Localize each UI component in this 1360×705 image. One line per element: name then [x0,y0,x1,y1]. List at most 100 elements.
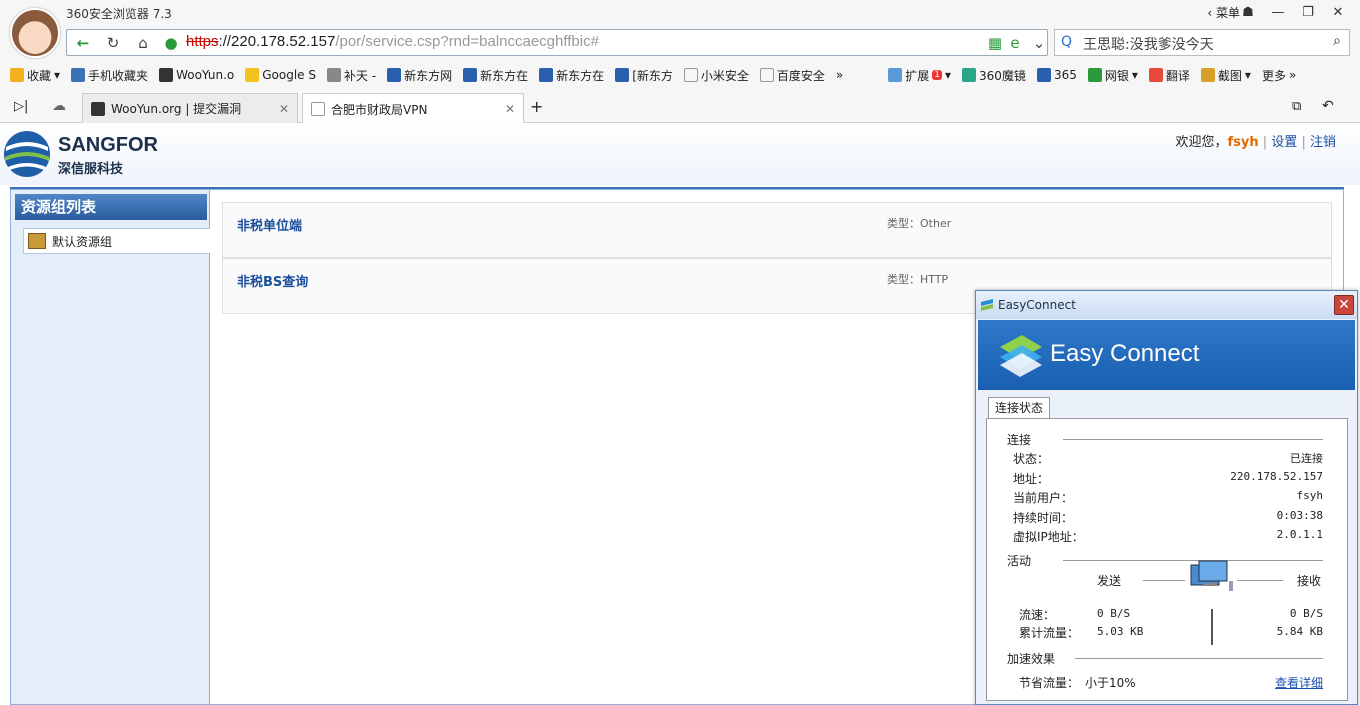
receive-line [1237,580,1283,581]
bookmark-mi[interactable]: 小米安全 [683,67,749,84]
tool-mirror[interactable]: 360魔镜 [962,67,1026,84]
bookmark-google[interactable]: Google S [245,68,316,82]
row-value: 已连接 [1290,452,1323,465]
resource-name[interactable]: 非税单位端 [237,215,302,234]
back-icon[interactable]: ← [72,33,94,53]
maximize-button[interactable]: ❐ [1294,2,1322,22]
new-tab-icon[interactable]: + [530,97,543,116]
sidebar-toggle-icon[interactable]: ▷| [14,99,28,114]
bookmark-xdf2[interactable]: 新东方在 [463,67,528,84]
bookmark-label: 新东方网 [404,68,453,83]
bookmark-label: 新东方在 [556,68,605,83]
url-host: ://220.178.52.157 [218,33,336,50]
resource-group-sidebar: 资源组列表 默认资源组 [10,189,211,705]
folder-icon [28,233,46,249]
bookmark-xdf3[interactable]: 新东方在 [539,67,604,84]
tool-extensions[interactable]: 扩展 1 ▾ [888,67,951,84]
bookmark-label: 新东方在 [480,68,529,83]
view-details-link[interactable]: 查看详细 [1275,674,1323,691]
phone-icon [71,68,86,82]
bookmark-label: [新东方 [632,68,673,83]
bookmark-mobile[interactable]: 手机收藏夹 [71,67,148,84]
send-label: 发送 [1097,574,1122,588]
user-avatar[interactable] [10,8,60,58]
close-icon[interactable]: ✕ [1334,295,1354,315]
bookmark-label: 补天 - [343,68,377,83]
logout-link[interactable]: 注销 [1310,135,1336,150]
connection-status-pane: 连接 状态： 已连接 地址： 220.178.52.157 当前用户： fsyh 持续… [986,418,1348,701]
dropdown-icon[interactable]: ⌄ [1028,33,1050,53]
resource-name[interactable]: 非税BS查询 [237,271,308,290]
bookmark-baidu[interactable]: 百度安全 [759,67,825,84]
window-controls: ☗ — ❐ ✕ [1234,2,1352,22]
tool-bank[interactable]: 网银 ▾ [1087,67,1138,84]
section-connection: 连接 [1007,433,1032,447]
bookmark-label: 小米安全 [700,68,749,83]
restore-tabs-icon[interactable]: ⧉ [1292,99,1301,114]
search-engine-icon[interactable]: Q [1061,34,1072,50]
resource-item[interactable]: 非税单位端 类型：Other [222,202,1332,258]
easyconnect-window: EasyConnect ✕ Easy Connect 连接状态 连接 状态： 已连… [975,290,1358,705]
search-icon[interactable]: ⌕ [1333,33,1341,49]
total-label: 累计流量： [1019,626,1080,640]
tab-vpn[interactable]: 合肥市财政局VPN ✕ [302,93,524,124]
tool-365[interactable]: 365 [1036,68,1077,82]
address-row: 地址： 220.178.52.157 [1013,470,1323,486]
portal-header: SANGFOR 深信服科技 欢迎您，fsyh | 设置 | 注销 [0,123,1360,185]
settings-link[interactable]: 设置 [1271,135,1297,150]
tool-label: 翻译 [1165,68,1190,83]
mirror-icon [962,68,977,82]
wooyun-icon [159,68,174,82]
close-tab-icon[interactable]: ✕ [279,102,289,116]
brand-name: SANGFOR [58,134,158,156]
page-icon [311,102,325,116]
bookmark-wooyun[interactable]: WooYun.o [159,68,234,82]
search-box[interactable]: Q 王思聪:没我爹没今天 ⌕ [1054,29,1350,56]
skin-icon[interactable]: ☗ [1234,2,1262,22]
refresh-icon[interactable]: ↻ [102,33,124,53]
rate-receive: 0 B/S [1289,607,1323,620]
undo-close-icon[interactable]: ↶ [1322,98,1334,114]
url-text[interactable]: https://220.178.52.157/por/service.csp?r… [186,33,599,50]
total-send: 5.03 KB [1097,625,1144,638]
tool-more[interactable]: 更多 » [1262,67,1296,84]
search-input[interactable]: 王思聪:没我爹没今天 [1083,34,1214,54]
total-receive: 5.84 KB [1276,625,1323,638]
bookmark-butian[interactable]: 补天 - [326,67,377,84]
easyconnect-brand: Easy Connect [1050,340,1200,367]
divider [1063,439,1323,440]
tool-screenshot[interactable]: 截图 ▾ [1200,67,1251,84]
bookmark-xdf1[interactable]: 新东方网 [387,67,452,84]
bookmarks-bar: 收藏 ▾ 手机收藏夹 WooYun.o Google S 补天 - 新东方网 新… [0,62,1360,88]
cloud-icon[interactable]: ☁ [52,98,66,114]
tab-connection-status[interactable]: 连接状态 [988,397,1050,419]
user-row: 当前用户： fsyh [1013,489,1323,505]
more-bookmarks-icon[interactable]: » [836,68,843,82]
ie-mode-icon[interactable]: e [1004,33,1026,53]
tool-label: 365 [1053,68,1077,82]
tab-wooyun[interactable]: WooYun.org | 提交漏洞 ✕ [82,93,298,123]
minimize-button[interactable]: — [1264,2,1292,22]
section-activity: 活动 [1007,554,1032,568]
row-label: 虚拟IP地址： [1013,530,1084,544]
sidebar-item-default-group[interactable]: 默认资源组 [23,228,211,254]
user-bar: 欢迎您，fsyh | 设置 | 注销 [1175,131,1336,150]
brand-subtitle: 深信服科技 [58,162,124,177]
tool-translate[interactable]: 翻译 [1148,67,1190,84]
home-icon[interactable]: ⌂ [132,33,154,53]
easyconnect-banner: Easy Connect [978,320,1355,390]
bookmark-xdf4[interactable]: [新东方 [615,67,673,84]
qr-icon[interactable]: ▦ [984,33,1006,53]
row-value: 220.178.52.157 [1230,470,1323,483]
easyconnect-titlebar[interactable]: EasyConnect ✕ [976,291,1357,319]
security-check-icon[interactable]: ● [160,33,182,53]
close-button[interactable]: ✕ [1324,2,1352,22]
close-tab-icon[interactable]: ✕ [505,102,515,116]
tool-label: 扩展 [905,68,930,83]
resource-type: 类型：HTTP [887,273,949,286]
bookmark-favorites[interactable]: 收藏 ▾ [10,67,60,84]
rate-label: 流速： [1019,608,1056,622]
url-path: /por/service.csp?rnd=balnccaecghffbic# [335,33,599,50]
butian-icon [326,68,341,82]
sangfor-logo: SANGFOR 深信服科技 [2,129,172,181]
